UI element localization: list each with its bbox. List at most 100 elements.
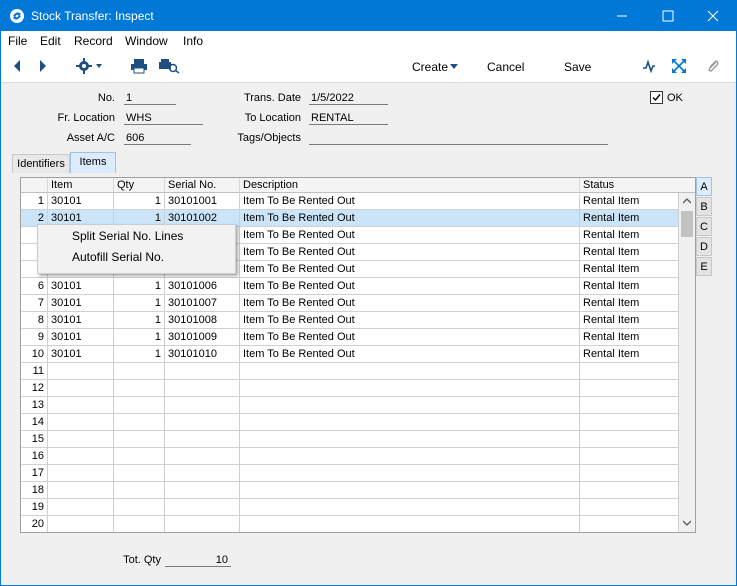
next-record-icon[interactable] <box>37 58 49 74</box>
cell-item[interactable] <box>48 363 114 380</box>
table-row[interactable]: 10 30101 1 30101010 Item To Be Rented Out Ren… <box>21 346 679 363</box>
cell-serial[interactable]: 30101008 <box>165 312 240 329</box>
cell-desc[interactable]: Item To Be Rented Out <box>240 329 580 346</box>
cell-item[interactable] <box>48 465 114 482</box>
cell-item[interactable]: 30101 <box>48 295 114 312</box>
cell-desc[interactable] <box>240 363 580 380</box>
cell-item[interactable]: 30101 <box>48 329 114 346</box>
cell-serial[interactable]: 30101001 <box>165 193 240 210</box>
cell-qty[interactable] <box>114 363 165 380</box>
cell-desc[interactable]: Item To Be Rented Out <box>240 261 580 278</box>
cell-desc[interactable]: Item To Be Rented Out <box>240 278 580 295</box>
cell-item[interactable]: 30101 <box>48 346 114 363</box>
cell-desc[interactable]: Item To Be Rented Out <box>240 227 580 244</box>
expand-icon[interactable] <box>671 58 687 74</box>
cell-serial[interactable] <box>165 397 240 414</box>
side-tab-a[interactable]: A <box>696 177 712 196</box>
trans-date-field[interactable]: 1/5/2022 <box>309 91 388 105</box>
cell-status[interactable] <box>580 397 679 414</box>
autofill-serial-no-item[interactable]: Autofill Serial No. <box>72 250 164 264</box>
cell-serial[interactable] <box>165 499 240 516</box>
side-tab-b[interactable]: B <box>696 197 712 216</box>
scrollbar-thumb[interactable] <box>681 211 693 237</box>
cell-qty[interactable] <box>114 431 165 448</box>
cell-item[interactable]: 30101 <box>48 193 114 210</box>
column-header-description[interactable]: Description <box>240 178 580 193</box>
create-button[interactable]: Create <box>412 60 448 74</box>
cell-desc[interactable] <box>240 431 580 448</box>
table-row[interactable]: 15 <box>21 431 679 448</box>
table-row[interactable]: 13 <box>21 397 679 414</box>
cell-serial[interactable]: 30101007 <box>165 295 240 312</box>
tab-items[interactable]: Items <box>70 152 116 173</box>
cell-desc[interactable] <box>240 482 580 499</box>
cell-serial[interactable] <box>165 448 240 465</box>
scroll-down-icon[interactable] <box>683 520 691 526</box>
split-serial-no-lines-item[interactable]: Split Serial No. Lines <box>72 229 183 243</box>
cell-status[interactable] <box>580 516 679 532</box>
cell-qty[interactable] <box>114 397 165 414</box>
cell-item[interactable] <box>48 414 114 431</box>
cell-item[interactable] <box>48 431 114 448</box>
gear-icon[interactable] <box>76 58 106 74</box>
menu-window[interactable]: Window <box>125 34 168 48</box>
cell-status[interactable] <box>580 363 679 380</box>
cell-serial[interactable] <box>165 363 240 380</box>
menu-info[interactable]: Info <box>183 34 203 48</box>
column-header-item[interactable]: Item <box>48 178 114 193</box>
cell-desc[interactable] <box>240 414 580 431</box>
cell-serial[interactable] <box>165 380 240 397</box>
cell-qty[interactable]: 1 <box>114 278 165 295</box>
minimize-button[interactable] <box>599 1 644 31</box>
cell-desc[interactable]: Item To Be Rented Out <box>240 346 580 363</box>
cell-item[interactable] <box>48 482 114 499</box>
cell-status[interactable]: Rental Item <box>580 210 679 227</box>
cell-serial[interactable]: 30101009 <box>165 329 240 346</box>
activity-icon[interactable] <box>642 58 656 74</box>
cell-status[interactable] <box>580 465 679 482</box>
cell-status[interactable] <box>580 448 679 465</box>
cell-item[interactable]: 30101 <box>48 278 114 295</box>
cell-item[interactable] <box>48 397 114 414</box>
cell-qty[interactable] <box>114 380 165 397</box>
cell-desc[interactable]: Item To Be Rented Out <box>240 210 580 227</box>
tab-identifiers[interactable]: Identifiers <box>12 154 70 173</box>
cell-status[interactable]: Rental Item <box>580 295 679 312</box>
column-header-serial-no[interactable]: Serial No. <box>165 178 240 193</box>
side-tab-c[interactable]: C <box>696 217 712 236</box>
column-header-status[interactable]: Status <box>580 178 695 193</box>
print-icon[interactable] <box>130 58 148 74</box>
cell-status[interactable]: Rental Item <box>580 329 679 346</box>
save-button[interactable]: Save <box>564 60 591 74</box>
cell-qty[interactable] <box>114 516 165 532</box>
side-tab-e[interactable]: E <box>696 257 712 276</box>
cell-desc[interactable]: Item To Be Rented Out <box>240 312 580 329</box>
cell-qty[interactable]: 1 <box>114 346 165 363</box>
cell-qty[interactable] <box>114 465 165 482</box>
cell-desc[interactable]: Item To Be Rented Out <box>240 244 580 261</box>
cancel-button[interactable]: Cancel <box>487 60 524 74</box>
scroll-up-icon[interactable] <box>683 198 691 204</box>
table-row[interactable]: 18 <box>21 482 679 499</box>
table-row[interactable]: 14 <box>21 414 679 431</box>
cell-qty[interactable]: 1 <box>114 312 165 329</box>
table-row[interactable]: 20 <box>21 516 679 532</box>
cell-status[interactable]: Rental Item <box>580 346 679 363</box>
table-row[interactable]: 7 30101 1 30101007 Item To Be Rented Out Rent… <box>21 295 679 312</box>
cell-qty[interactable]: 1 <box>114 295 165 312</box>
cell-desc[interactable] <box>240 516 580 532</box>
table-row[interactable]: 9 30101 1 30101009 Item To Be Rented Out Rent… <box>21 329 679 346</box>
cell-desc[interactable] <box>240 397 580 414</box>
cell-qty[interactable]: 1 <box>114 329 165 346</box>
cell-qty[interactable] <box>114 448 165 465</box>
to-location-field[interactable]: RENTAL <box>309 111 388 125</box>
side-tab-d[interactable]: D <box>696 237 712 256</box>
print-preview-icon[interactable] <box>158 58 180 74</box>
table-row[interactable]: 1 30101 1 30101001 Item To Be Rented Out Rent… <box>21 193 679 210</box>
cell-serial[interactable] <box>165 516 240 532</box>
cell-serial[interactable] <box>165 482 240 499</box>
cell-item[interactable]: 30101 <box>48 312 114 329</box>
table-row[interactable]: 12 <box>21 380 679 397</box>
ok-checkbox[interactable] <box>650 91 664 105</box>
menu-file[interactable]: File <box>8 34 27 48</box>
